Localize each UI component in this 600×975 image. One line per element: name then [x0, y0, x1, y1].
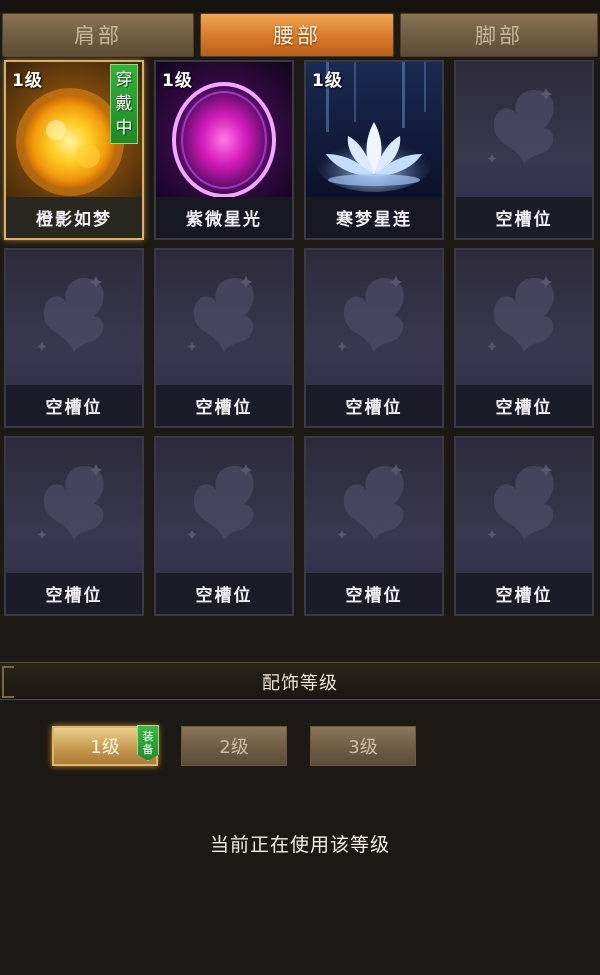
empty-slot[interactable]: 空槽位: [454, 248, 594, 428]
butterfly-icon: [487, 464, 554, 540]
butterfly-icon: [487, 88, 554, 164]
butterfly-icon: [37, 276, 104, 352]
butterfly-icon: [37, 464, 104, 540]
slot-name: 空槽位: [6, 385, 142, 426]
slot-name: 空槽位: [456, 385, 592, 426]
worn-badge: 穿 戴 中: [110, 64, 138, 144]
butterfly-icon: [337, 464, 404, 540]
slot-name: 空槽位: [306, 573, 442, 614]
accessory-slot[interactable]: 1级 紫微星光: [154, 60, 294, 240]
slot-name: 空槽位: [6, 573, 142, 614]
slot-name: 空槽位: [456, 197, 592, 238]
slot-name: 空槽位: [156, 385, 292, 426]
status-text: 当前正在使用该等级: [209, 834, 390, 856]
slot-name: 空槽位: [456, 573, 592, 614]
slot-name: 空槽位: [306, 385, 442, 426]
empty-slot[interactable]: 空槽位: [4, 436, 144, 616]
section-title: 配饰等级: [262, 673, 338, 694]
slot-name: 寒梦星连: [306, 197, 442, 238]
butterfly-icon: [487, 276, 554, 352]
top-frame: [0, 0, 600, 12]
butterfly-icon: [187, 276, 254, 352]
level-label: 1级: [12, 71, 43, 91]
empty-slot[interactable]: 空槽位: [304, 248, 444, 428]
level-3-button[interactable]: 3级: [310, 726, 416, 766]
empty-slot[interactable]: 空槽位: [454, 436, 594, 616]
tab-shoulder[interactable]: 肩部: [2, 13, 194, 57]
butterfly-icon: [337, 276, 404, 352]
empty-slot[interactable]: 空槽位: [454, 60, 594, 240]
category-tabs: 肩部 腰部 脚部: [0, 13, 600, 57]
level-2-button[interactable]: 2级: [181, 726, 287, 766]
tab-feet[interactable]: 脚部: [400, 13, 598, 57]
equipped-tag: 装 备: [137, 725, 159, 761]
level-label: 1级: [162, 71, 193, 91]
slot-name: 紫微星光: [156, 197, 292, 238]
empty-slot[interactable]: 空槽位: [154, 436, 294, 616]
empty-slot[interactable]: 空槽位: [154, 248, 294, 428]
accessory-slot[interactable]: 1级 穿 戴 中 橙影如梦: [4, 60, 144, 240]
empty-slot[interactable]: 空槽位: [4, 248, 144, 428]
accessory-level-header: 配饰等级: [0, 662, 600, 700]
butterfly-icon: [187, 464, 254, 540]
tab-waist[interactable]: 腰部: [200, 13, 394, 57]
slot-name: 橙影如梦: [6, 197, 142, 238]
slot-name: 空槽位: [156, 573, 292, 614]
level-label: 1级: [312, 71, 343, 91]
empty-slot[interactable]: 空槽位: [304, 436, 444, 616]
accessory-slot[interactable]: 1级 寒梦星连: [304, 60, 444, 240]
